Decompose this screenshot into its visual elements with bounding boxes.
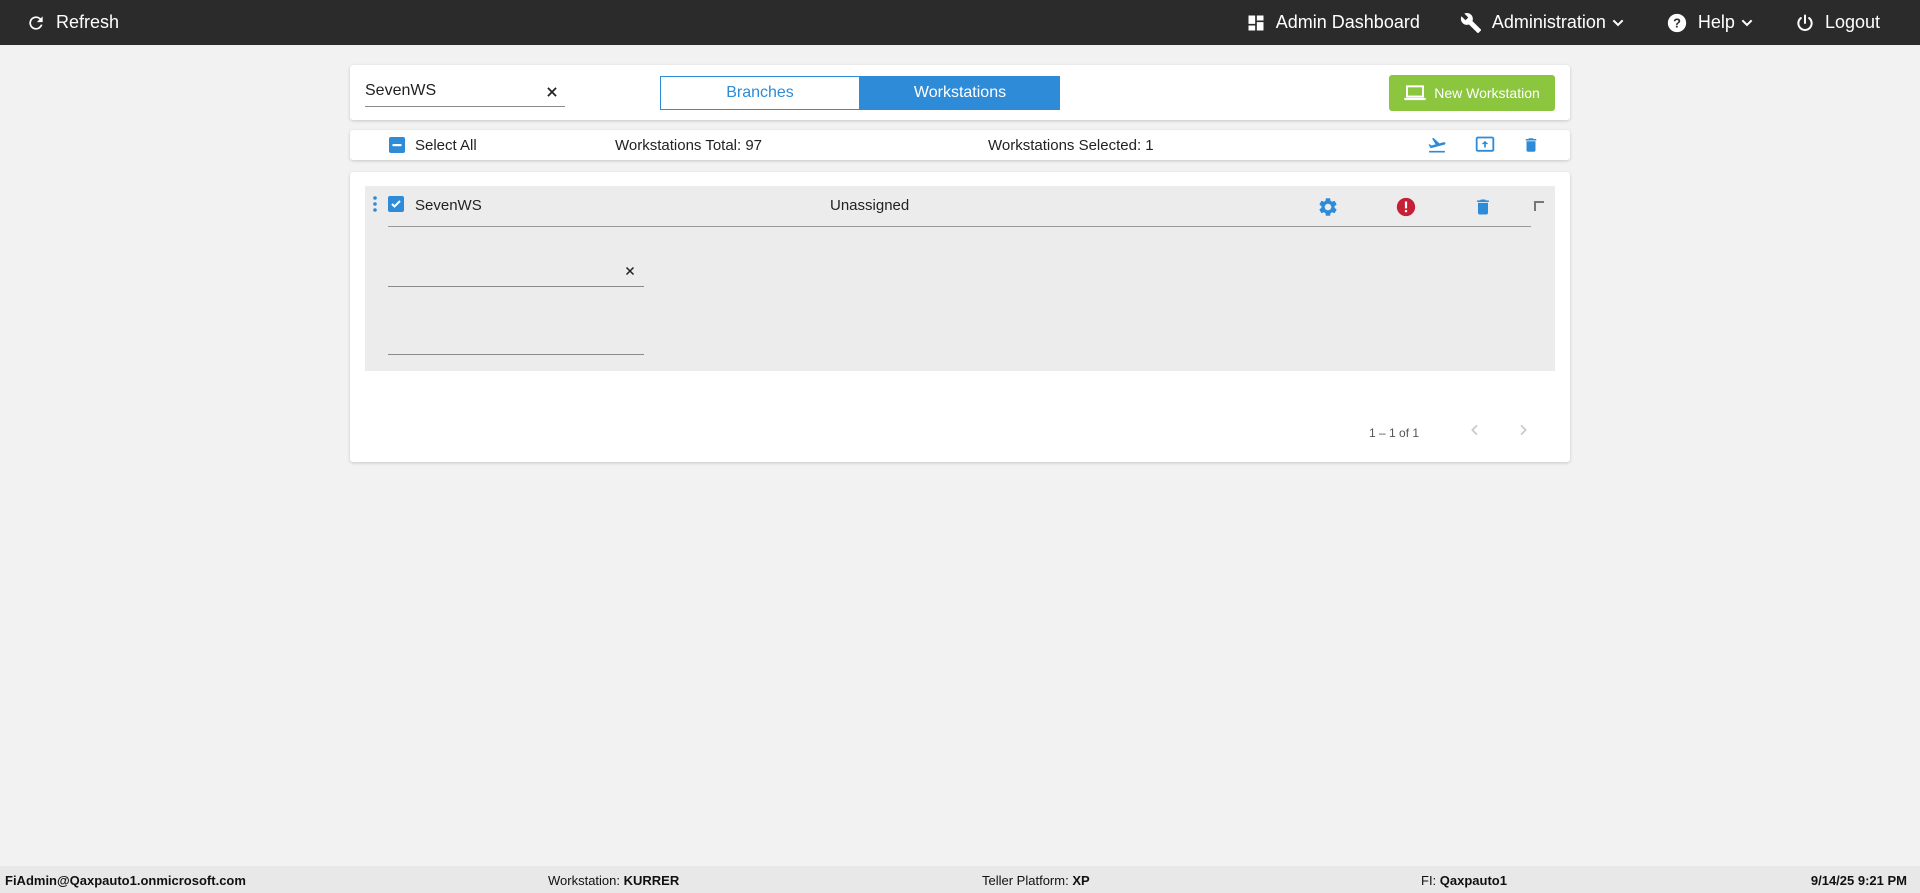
clear-search-icon[interactable] [545,85,559,104]
status-fi-value: Qaxpauto1 [1439,873,1507,888]
select-all-control[interactable]: Select All [389,130,477,160]
laptop-icon [1404,85,1434,101]
tab-branches[interactable]: Branches [660,76,860,110]
workstation-list-card: SevenWS Unassigned 1 – 1 of 1 [350,172,1570,462]
trash-icon[interactable] [1473,196,1493,223]
admin-dashboard-label: Admin Dashboard [1275,12,1420,32]
next-page-button[interactable] [1515,422,1531,443]
logout-label: Logout [1824,12,1880,32]
gear-icon[interactable] [1317,196,1339,223]
refresh-label: Refresh [56,12,120,32]
upload-icon[interactable] [1474,135,1496,155]
status-platform-label: Teller Platform: [982,873,1073,888]
workstation-branch: Unassigned [830,197,910,214]
new-workstation-button[interactable]: New Workstation [1389,75,1555,111]
workstations-selected: Workstations Selected: 1 [988,136,1154,154]
status-workstation-value: KURRER [623,873,680,888]
wrench-icon [1460,12,1482,34]
filter-card: Branches Workstations New Workstation [350,65,1570,120]
more-vertical-icon[interactable] [373,196,377,217]
bulk-actions [1400,130,1540,160]
tab-workstations[interactable]: Workstations [860,76,1060,110]
chevron-down-icon [1610,15,1626,31]
status-fi-label: FI: [1421,873,1440,888]
administration-menu[interactable]: Administration [1460,0,1626,45]
workstation-detail-field[interactable] [388,256,644,287]
logout-button[interactable]: Logout [1795,0,1880,45]
search-input[interactable] [365,82,535,100]
top-navigation-bar: Refresh Admin Dashboard Administration ?… [0,0,1920,45]
view-toggle: Branches Workstations [660,76,1060,110]
workstation-detail-field-2[interactable] [388,326,644,355]
dashboard-icon [1246,13,1266,33]
help-label: Help [1697,12,1735,32]
power-icon [1795,13,1815,33]
select-all-indeterminate-checkbox[interactable] [389,137,405,153]
workstation-name: SevenWS [415,197,482,214]
status-workstation: Workstation: KURRER [548,873,679,888]
workstation-row: SevenWS Unassigned [365,186,1555,371]
info-icon[interactable] [1395,196,1417,223]
workstation-row-header: SevenWS Unassigned [365,186,1555,226]
status-platform-value: XP [1072,873,1090,888]
refresh-button[interactable]: Refresh [26,0,119,45]
help-menu[interactable]: ? Help [1666,0,1755,45]
resize-corner-icon[interactable] [1534,198,1544,216]
status-platform: Teller Platform: XP [982,873,1090,888]
search-field [365,81,565,107]
status-bar: FiAdmin@Qaxpauto1.onmicrosoft.com Workst… [0,866,1920,893]
status-user: FiAdmin@Qaxpauto1.onmicrosoft.com [5,873,246,888]
workstations-total: Workstations Total: 97 [615,136,763,154]
status-fi: FI: Qaxpauto1 [1421,873,1507,888]
clear-field-icon[interactable] [624,264,636,282]
admin-dashboard-link[interactable]: Admin Dashboard [1246,0,1420,45]
svg-text:?: ? [1673,15,1681,30]
status-workstation-label: Workstation: [548,873,624,888]
row-divider [388,226,1531,227]
chevron-down-icon [1739,15,1755,31]
trash-icon[interactable] [1522,135,1540,155]
administration-label: Administration [1491,12,1606,32]
summary-bar: Select All Workstations Total: 97 Workst… [350,130,1570,160]
help-icon: ? [1666,12,1688,34]
flight-takeoff-icon[interactable] [1426,135,1448,155]
workstation-checkbox[interactable] [388,196,404,212]
select-all-label: Select All [415,136,477,154]
status-datetime: 9/14/25 9:21 PM [1810,873,1907,888]
pagination-range: 1 – 1 of 1 [1369,426,1420,440]
previous-page-button[interactable] [1467,422,1483,443]
new-workstation-label: New Workstation [1434,85,1540,101]
refresh-icon [26,13,46,33]
